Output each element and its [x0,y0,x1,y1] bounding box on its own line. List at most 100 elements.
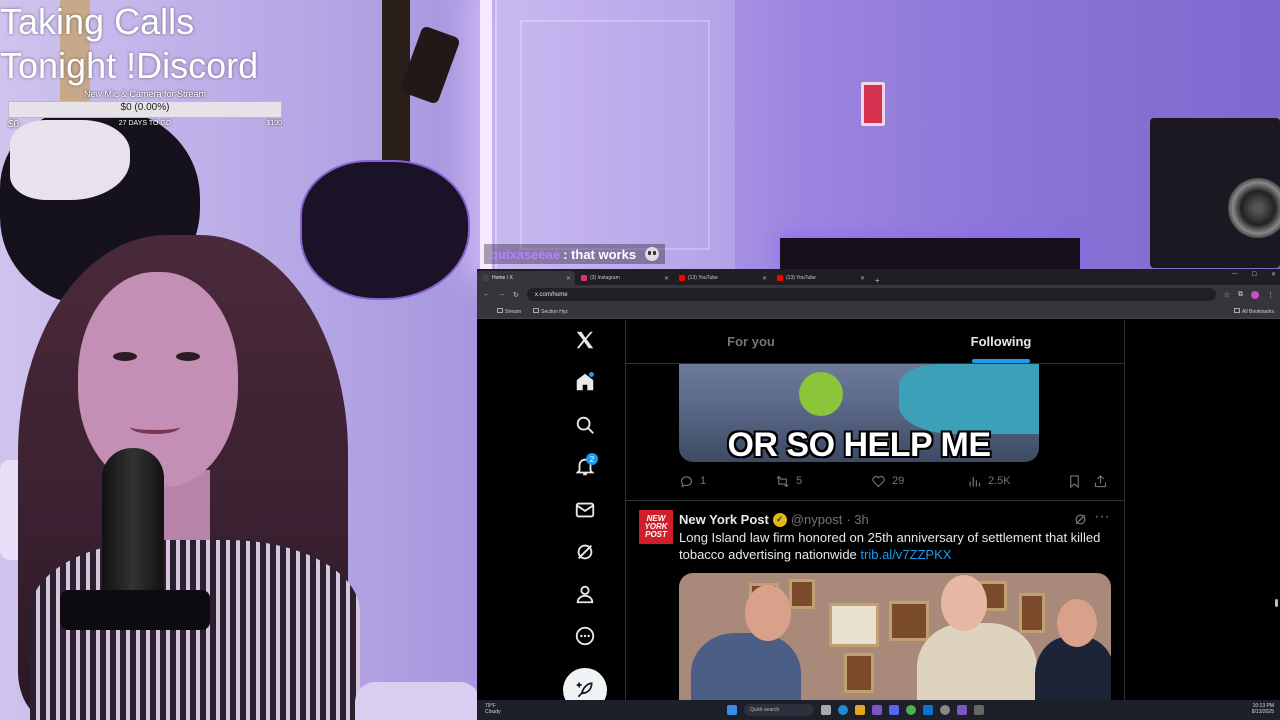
tab-following[interactable]: Following [876,320,1124,363]
photo-person-head [941,575,987,631]
back-icon[interactable]: ← [483,291,490,298]
streamlabs-icon[interactable] [957,705,967,715]
address-bar: ← → ↻ x.com/home ☆ ⧉ ⋮ [477,285,1280,304]
goal-days-left: 27 DAYS TO GO [118,120,172,127]
url-field[interactable]: x.com/home [526,288,1216,301]
maximize-icon[interactable]: ☐ [1252,271,1257,278]
overlay-title-line1: Taking Calls [0,1,195,42]
tab-label: (13) YouTube [786,275,816,281]
forward-icon[interactable]: → [498,291,505,298]
post-header: New York Post ✓ @nypost · 3h [679,512,869,527]
scrollbar-thumb[interactable] [1275,599,1278,607]
chat-text: : that works [563,246,637,262]
twitch-icon[interactable] [872,705,882,715]
like-button[interactable]: 29 [871,474,967,489]
goal-amount: $0 (0.00%) [120,102,170,113]
taskbar-search[interactable]: Quick search [744,704,814,716]
wall-frame [844,653,874,693]
home-icon[interactable] [570,367,600,397]
speaker-cone [1228,178,1280,238]
bookmark-button[interactable] [1067,474,1093,489]
taskbar-apps: Quick search [727,704,984,716]
bookmark-icon [1070,474,1079,488]
repost-count: 5 [796,475,803,487]
feed-tabs: For you Following [626,320,1124,364]
more-icon[interactable] [570,621,600,651]
discord-icon[interactable] [889,705,899,715]
edge-icon[interactable] [838,705,848,715]
close-icon[interactable]: ✕ [762,275,767,282]
author-handle[interactable]: @nypost [791,512,843,527]
like-count: 29 [892,475,905,487]
views-icon [969,476,981,486]
reply-icon [680,475,692,488]
close-icon[interactable]: ✕ [664,275,669,282]
author-name[interactable]: New York Post [679,512,769,527]
more-options-icon[interactable]: ··· [1094,508,1110,526]
settings-icon[interactable] [974,705,984,715]
gif-caption: OR SO HELP ME [727,426,991,462]
post-link[interactable]: trib.al/v7ZZPKX [860,547,951,562]
share-button[interactable] [1093,474,1113,489]
chair [355,682,480,720]
tab-youtube[interactable]: (13) YouTube ✕ [673,271,771,285]
tab-instagram[interactable]: (3) Instagram ✕ [575,271,673,285]
file-explorer-icon[interactable] [855,705,865,715]
close-icon[interactable]: ✕ [860,275,865,282]
post-gif[interactable]: OR SO HELP ME [679,364,1039,462]
repost-button[interactable]: 5 [775,474,871,489]
tab-for-you[interactable]: For you [626,320,876,363]
reload-icon[interactable]: ↻ [513,291,519,299]
grok-icon[interactable] [570,537,600,567]
bookmark-folder[interactable]: Stream [497,307,521,315]
reply-button[interactable]: 1 [679,474,775,489]
tab-youtube-2[interactable]: (13) YouTube ✕ [771,271,869,285]
feather-icon [576,682,593,698]
messages-icon[interactable] [570,495,600,525]
post-actions: 1 5 29 2.5K [679,471,1119,491]
avatar[interactable]: NEW YORK POST [639,510,673,544]
all-bookmarks-label: All Bookmarks [1242,308,1274,315]
close-icon[interactable]: ✕ [566,275,571,282]
bookmark-folder[interactable]: Section Hyz [533,307,568,315]
notifications-icon[interactable]: 2 [570,452,600,482]
taskbar-clock[interactable]: 10:13 PM 8/13/2025 [1252,703,1274,715]
browser-window: Home / X ✕ (3) Instagram ✕ (13) YouTube … [477,269,1280,720]
all-bookmarks[interactable]: All Bookmarks [1234,307,1274,315]
tab-bar: Home / X ✕ (3) Instagram ✕ (13) YouTube … [477,269,1280,285]
x-logo-icon[interactable] [570,325,600,355]
streamer-mouth [130,420,180,434]
bookmarks-bar: Stream Section Hyz All Bookmarks [477,304,1280,319]
extensions-icon[interactable]: ⧉ [1238,291,1243,299]
profile-icon[interactable] [570,579,600,609]
minimize-icon[interactable]: — [1232,271,1238,278]
windows-taskbar: 79°F Cloudy Quick search 10:13 PM 8/13/2… [477,700,1280,720]
store-icon[interactable] [923,705,933,715]
menu-icon[interactable]: ⋮ [1267,291,1274,299]
emote-icon [645,247,660,261]
views-button[interactable]: 2.5K [967,474,1067,489]
new-tab-button[interactable]: + [869,276,886,285]
start-icon[interactable] [727,705,737,715]
search-icon[interactable] [570,410,600,440]
task-view-icon[interactable] [821,705,831,715]
obs-icon[interactable] [940,705,950,715]
heart-icon [872,475,885,487]
wall-frame [889,601,929,641]
tab-label: (13) YouTube [688,275,718,281]
tab-label: Home / X [492,275,513,281]
electric-guitar [300,160,470,300]
star-icon[interactable]: ☆ [1224,291,1230,299]
share-icon [1094,474,1107,487]
profile-icon[interactable] [1251,290,1259,299]
streamer-eye [176,352,200,361]
tab-x-home[interactable]: Home / X ✕ [477,271,575,285]
mic-arm [60,590,210,630]
chrome-icon[interactable] [906,705,916,715]
post-time[interactable]: · 3h [846,512,868,527]
weather-widget[interactable]: 79°F Cloudy [485,703,501,715]
folder-icon [497,307,503,313]
post-photo[interactable] [679,573,1111,720]
close-window-icon[interactable]: ✕ [1271,271,1276,278]
wall-frame [789,579,815,609]
